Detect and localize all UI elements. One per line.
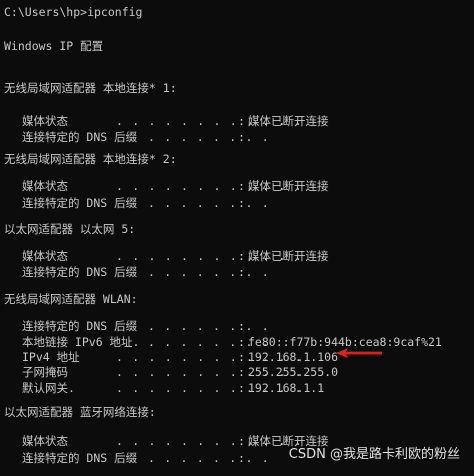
prompt-line: C:\Users\hp>ipconfig — [4, 5, 143, 19]
windows-ip-config-title: Windows IP 配置 — [4, 39, 104, 53]
adapter-header: 以太网适配器 蓝牙网络连接: — [4, 405, 156, 419]
row-label: 连接特定的 DNS 后缀 — [22, 319, 138, 333]
adapter-header: 以太网适配器 以太网 5: — [4, 222, 136, 236]
row-label: 连接特定的 DNS 后缀 — [22, 130, 138, 144]
row-colon: : — [238, 350, 245, 364]
row-label: IPv4 地址 — [22, 350, 80, 364]
adapter-header: 无线局域网适配器 本地连接* 1: — [4, 81, 177, 95]
row-label: 媒体状态 — [22, 114, 68, 128]
command-prompt-window[interactable]: C:\Users\hp>ipconfig Windows IP 配置 无线局域网… — [0, 0, 474, 476]
row-colon: : — [238, 319, 245, 333]
row-label: 子网掩码 — [22, 365, 68, 379]
row-label: 媒体状态 — [22, 179, 68, 193]
row-colon: : — [238, 265, 245, 279]
row-colon: : — [238, 130, 245, 144]
row-label: 媒体状态 — [22, 434, 68, 448]
default-gateway-value: 192.168.1.1 — [248, 381, 325, 395]
row-label: 默认网关. — [22, 381, 75, 395]
row-dots: . . . . . . . . — [148, 265, 270, 279]
row-value: 媒体已断开连接 — [248, 114, 329, 128]
row-label: 本地链接 IPv6 地址. — [22, 335, 140, 349]
red-arrow-annotation-icon — [336, 348, 382, 358]
row-colon: : — [238, 434, 245, 448]
row-dots: . . . . . . . . — [148, 319, 270, 333]
row-value: 媒体已断开连接 — [248, 249, 329, 263]
adapter-header: 无线局域网适配器 本地连接* 2: — [4, 152, 177, 166]
row-label: 连接特定的 DNS 后缀 — [22, 265, 138, 279]
row-colon: : — [238, 381, 245, 395]
row-label: 媒体状态 — [22, 249, 68, 263]
ipv4-address-value: 192.168.1.106 — [248, 350, 339, 364]
adapter-header: 无线局域网适配器 WLAN: — [4, 292, 138, 306]
row-colon: : — [238, 335, 245, 349]
csdn-watermark: CSDN @我是路卡利欧的粉丝 — [288, 447, 460, 462]
row-value: 媒体已断开连接 — [248, 179, 329, 193]
row-label: 连接特定的 DNS 后缀 — [22, 196, 138, 210]
row-dots: . . . . . . . . — [148, 130, 270, 144]
row-colon: : — [238, 249, 245, 263]
subnet-mask-value: 255.255.255.0 — [248, 365, 339, 379]
row-dots: . . . . . . . . — [148, 196, 270, 210]
row-colon: : — [238, 365, 245, 379]
row-colon: : — [238, 196, 245, 210]
row-colon: : — [238, 451, 245, 465]
row-label: 连接特定的 DNS 后缀 — [22, 451, 138, 465]
row-dots: . . . . . . . . — [148, 451, 270, 465]
row-colon: : — [238, 114, 245, 128]
row-colon: : — [238, 179, 245, 193]
